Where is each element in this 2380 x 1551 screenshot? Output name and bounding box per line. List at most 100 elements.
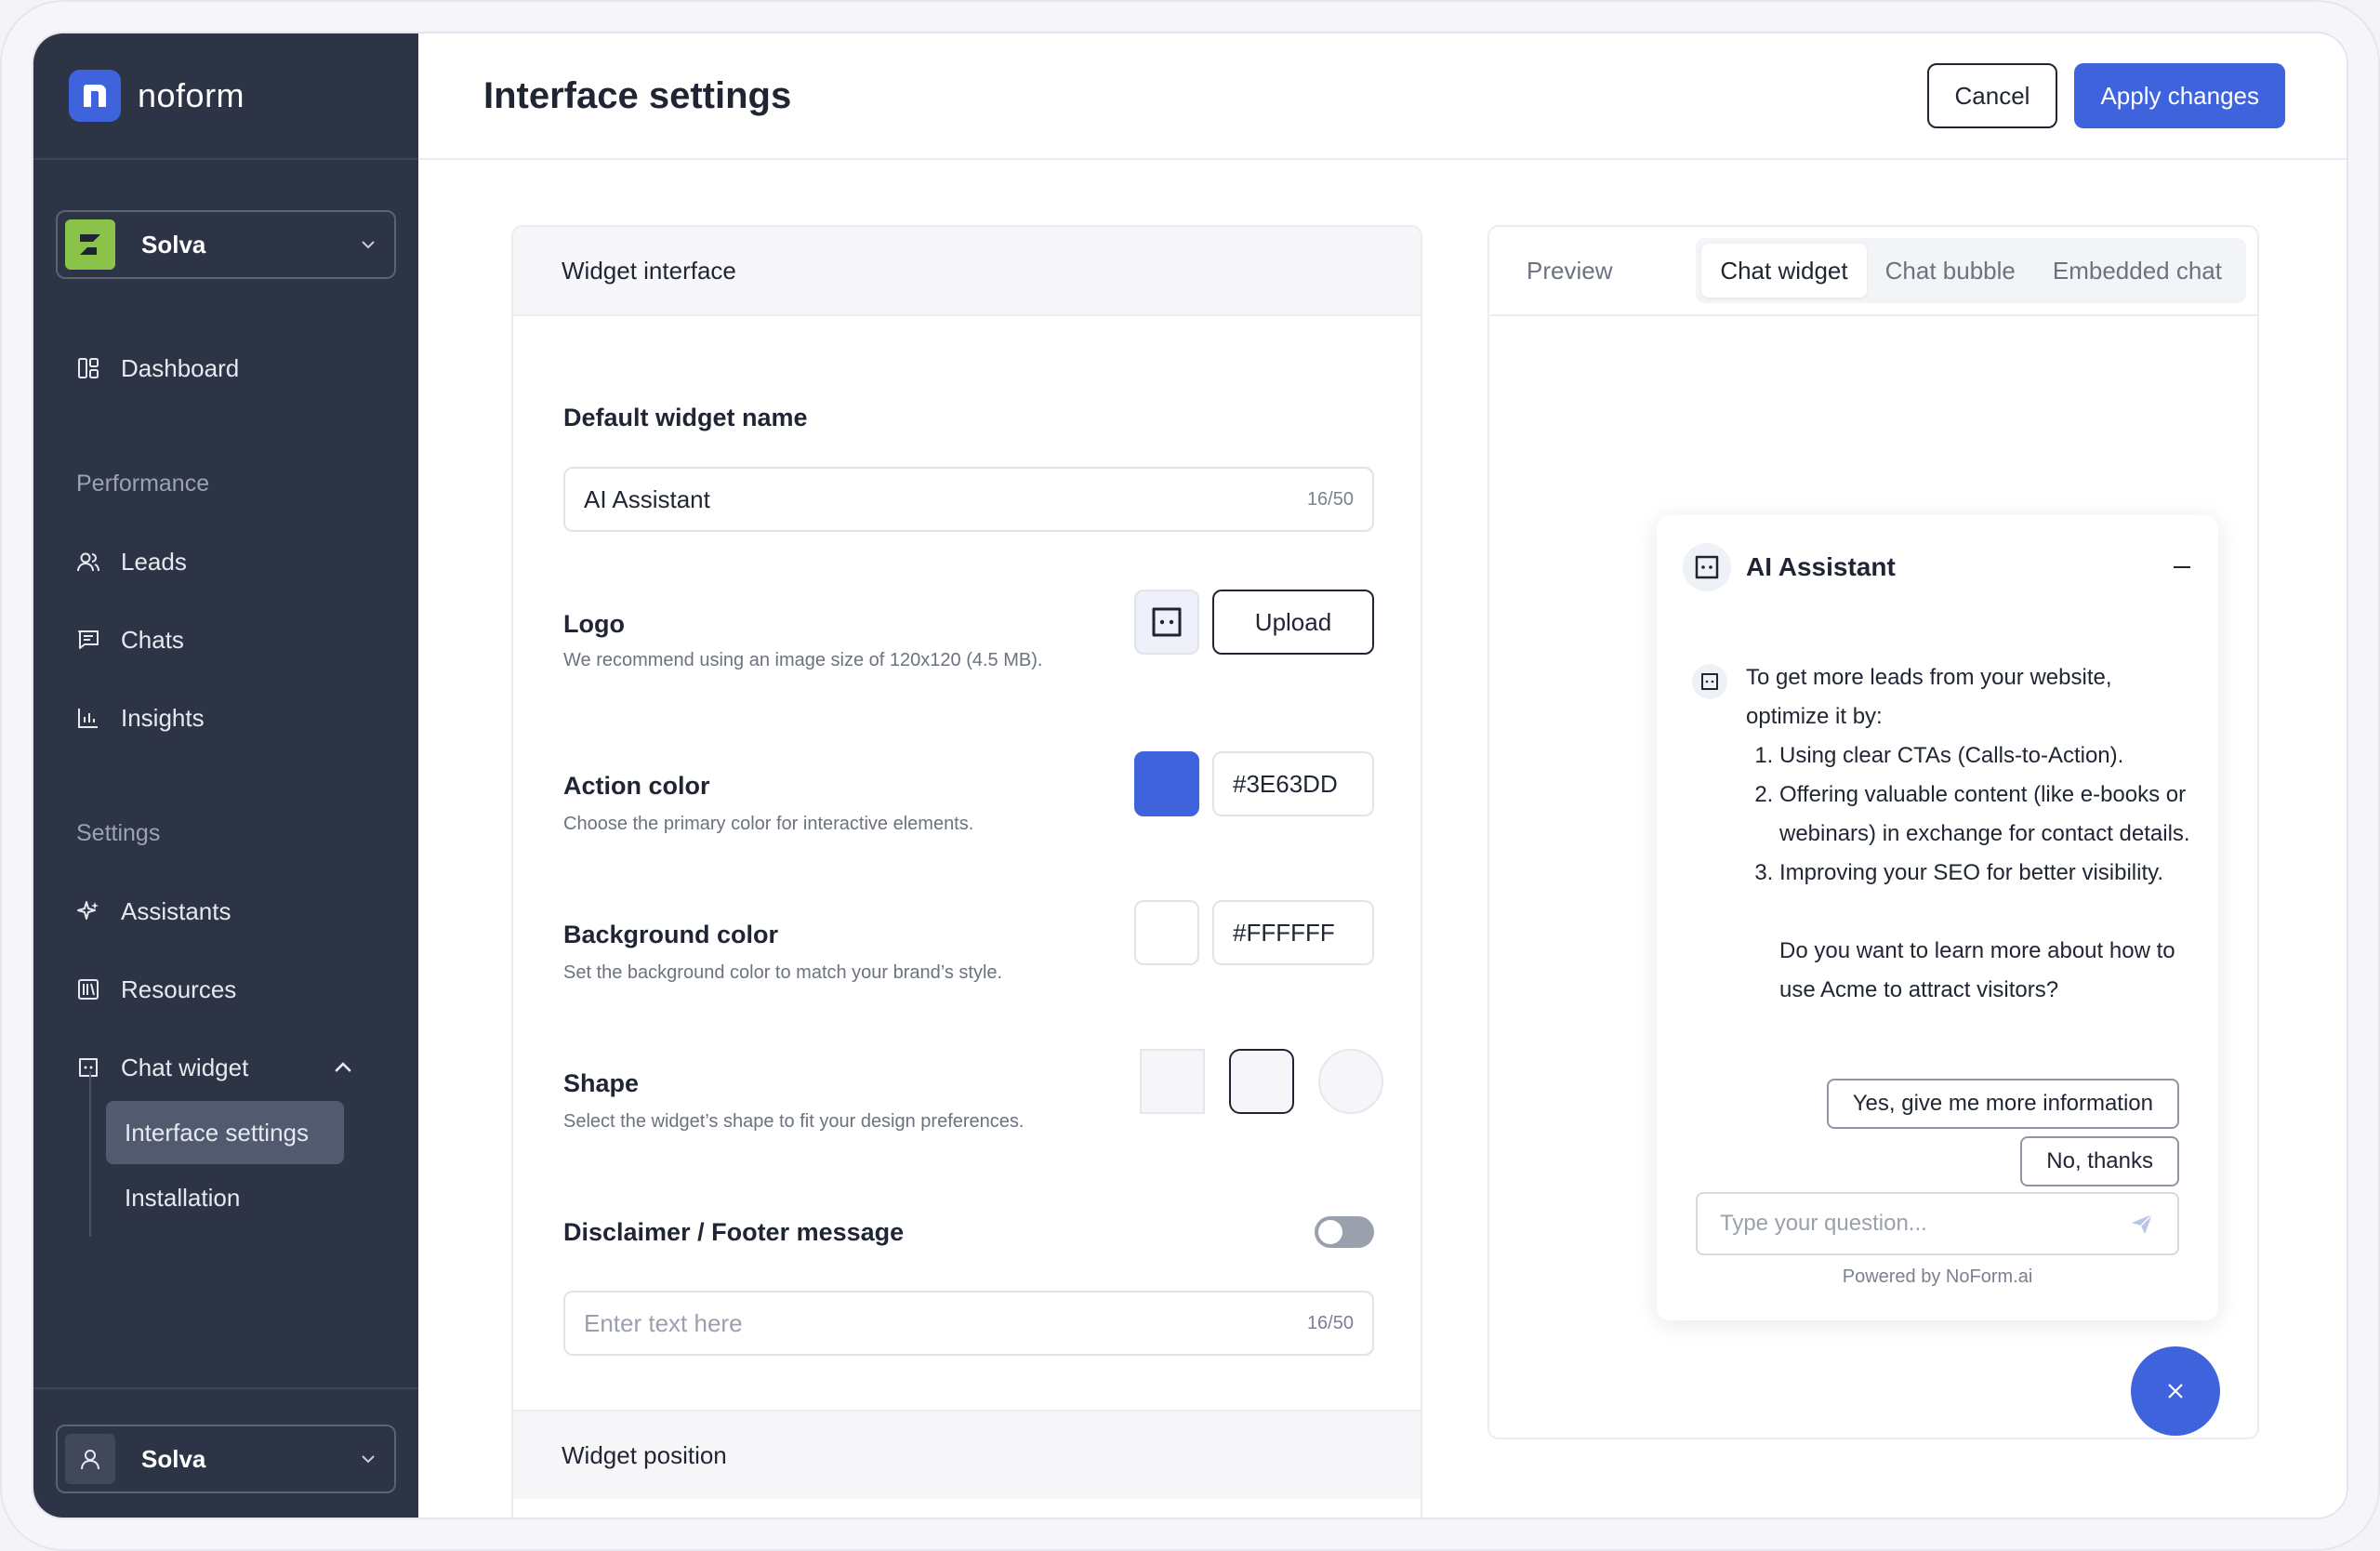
sidebar-item-label: Assistants — [121, 896, 231, 925]
sidebar-item-label: Dashboard — [121, 353, 240, 382]
preview-label: Preview — [1527, 256, 1613, 285]
library-icon — [78, 979, 99, 1000]
message-intro: To get more leads from your website, opt… — [1746, 665, 2112, 729]
tab-chat-bubble[interactable]: Chat bubble — [1867, 244, 2034, 298]
sparkles-icon — [77, 901, 99, 920]
users-icon — [77, 552, 99, 572]
upload-button[interactable]: Upload — [1212, 590, 1374, 655]
sidebar-item-label: Insights — [121, 703, 205, 732]
char-counter: 16/50 — [1306, 488, 1354, 510]
bot-message: To get more leads from your website, opt… — [1746, 658, 2192, 1010]
sidebar-item-resources[interactable]: Resources — [76, 971, 236, 1008]
bar-chart-icon — [78, 709, 98, 728]
chat-bot-icon — [1692, 664, 1727, 699]
brand-name: noform — [138, 76, 245, 114]
main-content: Interface settings Cancel Apply changes … — [418, 33, 2347, 1518]
action-color-description: Choose the primary color for interactive… — [563, 814, 974, 834]
close-chat-button[interactable] — [2131, 1346, 2220, 1436]
user-icon — [65, 1434, 115, 1484]
minimize-icon[interactable] — [2172, 557, 2192, 577]
background-color-label: Background color — [563, 921, 779, 948]
apply-changes-button[interactable]: Apply changes — [2074, 63, 2285, 128]
widget-interface-panel: Widget interface Default widget name AI … — [511, 225, 1422, 1518]
message-question: Do you want to learn more about how to u… — [1779, 938, 2175, 1002]
panel-title: Widget interface — [513, 227, 1421, 316]
disclaimer-label: Disclaimer / Footer message — [563, 1218, 905, 1246]
list-item: Using clear CTAs (Calls-to-Action). — [1779, 736, 2192, 776]
background-color-input[interactable]: #FFFFFF — [1212, 900, 1374, 965]
tab-chat-widget[interactable]: Chat widget — [1701, 244, 1867, 298]
workspace-logo-icon — [65, 219, 115, 270]
widget-icon — [79, 1058, 98, 1077]
sidebar-item-insights[interactable]: Insights — [76, 699, 205, 736]
preview-header: Preview Chat widget Chat bubble Embedded… — [1489, 227, 2257, 316]
widget-name-input[interactable]: AI Assistant 16/50 — [563, 467, 1374, 532]
account-name: Solva — [141, 1444, 206, 1473]
chat-bot-icon — [1683, 543, 1731, 591]
shape-rounded-option[interactable] — [1229, 1049, 1294, 1114]
chat-input-placeholder: Type your question... — [1720, 1211, 1927, 1236]
sidebar-item-leads[interactable]: Leads — [76, 543, 187, 580]
chat-icon — [78, 630, 99, 649]
char-counter: 16/50 — [1306, 1312, 1354, 1333]
disclaimer-toggle[interactable] — [1315, 1216, 1374, 1248]
send-icon[interactable] — [2129, 1211, 2155, 1237]
sidebar-item-label: Chats — [121, 625, 184, 654]
workspace-name: Solva — [141, 230, 206, 258]
reply-no-button[interactable]: No, thanks — [2020, 1136, 2179, 1186]
sidebar-subitem-installation[interactable]: Installation — [106, 1166, 344, 1229]
powered-by: Powered by NoForm.ai — [1842, 1266, 2033, 1287]
message-list: Using clear CTAs (Calls-to-Action). Offe… — [1746, 736, 2192, 893]
background-color-description: Set the background color to match your b… — [563, 962, 1003, 983]
chat-title: AI Assistant — [1746, 552, 1896, 581]
action-color-label: Action color — [563, 772, 710, 800]
tab-embedded-chat[interactable]: Embedded chat — [2034, 244, 2241, 298]
sidebar-item-chats[interactable]: Chats — [76, 621, 184, 658]
list-item: Offering valuable content (like e-books … — [1779, 776, 2192, 854]
logo-description: We recommend using an image size of 120x… — [563, 650, 1043, 670]
header: Interface settings Cancel Apply changes — [418, 33, 2347, 160]
logo-preview — [1134, 590, 1199, 655]
sidebar-item-label: Chat widget — [121, 1053, 249, 1081]
sidebar-item-label: Resources — [121, 974, 237, 1003]
cancel-button[interactable]: Cancel — [1926, 63, 2058, 128]
preview-tabs: Chat widget Chat bubble Embedded chat — [1696, 238, 2246, 303]
disclaimer-placeholder: Enter text here — [584, 1308, 743, 1337]
logo-label: Logo — [563, 610, 625, 638]
chat-header: AI Assistant — [1683, 534, 2192, 601]
chevron-down-icon — [362, 1455, 375, 1464]
section-performance: Performance — [76, 471, 210, 497]
disclaimer-input[interactable]: Enter text here 16/50 — [563, 1291, 1374, 1356]
sidebar: noform Solva Dashboard Performance Leads… — [33, 33, 418, 1518]
shape-square-option[interactable] — [1140, 1049, 1205, 1114]
chat-widget-preview: AI Assistant To get more leads from your… — [1657, 515, 2218, 1320]
section-settings: Settings — [76, 820, 161, 846]
widget-position-section[interactable]: Widget position — [513, 1410, 1421, 1499]
chevron-down-icon — [362, 241, 375, 249]
action-color-input[interactable]: #3E63DD — [1212, 751, 1374, 816]
submenu-divider — [89, 1071, 91, 1237]
divider — [33, 1387, 418, 1389]
workspace-select[interactable]: Solva — [56, 210, 396, 279]
account-select[interactable]: Solva — [56, 1425, 396, 1493]
sidebar-subitem-interface-settings[interactable]: Interface settings — [106, 1101, 344, 1164]
chat-question-input[interactable]: Type your question... — [1696, 1192, 2179, 1255]
widget-name-value: AI Assistant — [584, 484, 710, 513]
shape-circle-option[interactable] — [1318, 1049, 1383, 1114]
preview-panel: Preview Chat widget Chat bubble Embedded… — [1488, 225, 2259, 1439]
action-color-swatch[interactable] — [1134, 751, 1199, 816]
sidebar-item-chat-widget[interactable]: Chat widget — [76, 1049, 376, 1086]
sidebar-item-assistants[interactable]: Assistants — [76, 893, 231, 930]
sidebar-item-dashboard[interactable]: Dashboard — [76, 350, 239, 387]
background-color-swatch[interactable] — [1134, 900, 1199, 965]
shape-label: Shape — [563, 1069, 640, 1097]
reply-yes-button[interactable]: Yes, give me more information — [1826, 1079, 2179, 1129]
close-icon — [2168, 1384, 2183, 1399]
chat-bot-icon — [1152, 607, 1182, 637]
list-item: Improving your SEO for better visibility… — [1779, 854, 2192, 893]
sidebar-item-label: Leads — [121, 547, 187, 576]
app-window: noform Solva Dashboard Performance Leads… — [33, 33, 2347, 1518]
dashboard-icon — [78, 358, 99, 378]
shape-description: Select the widget’s shape to fit your de… — [563, 1111, 1025, 1132]
noform-logo-icon — [69, 70, 121, 122]
